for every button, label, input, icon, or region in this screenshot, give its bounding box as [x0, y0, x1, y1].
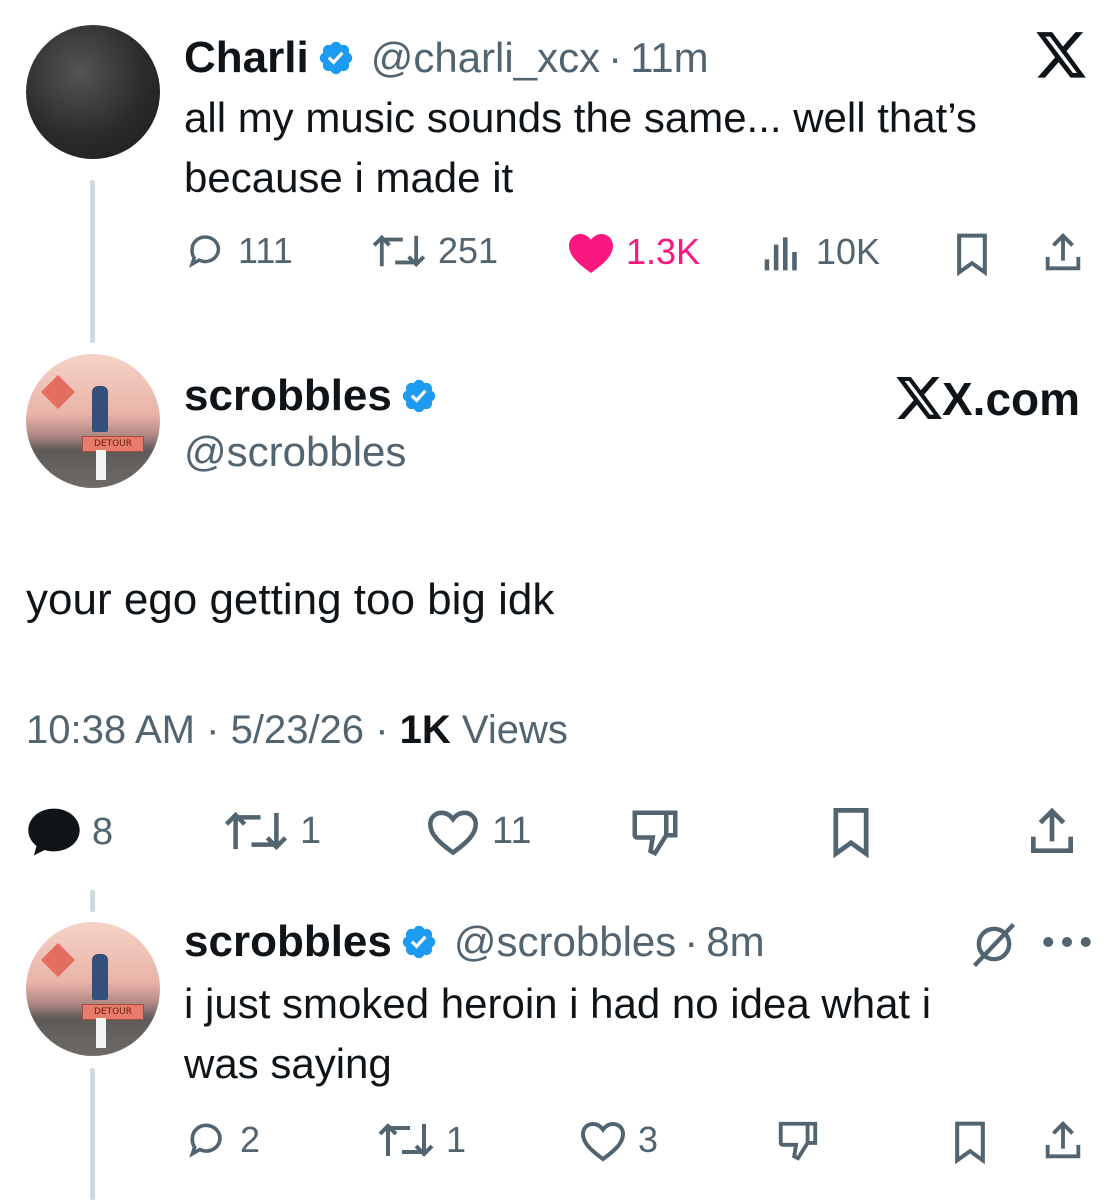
like-button[interactable]: 1.3K — [566, 230, 700, 274]
views-label: Views — [461, 708, 568, 752]
share-button[interactable] — [1040, 230, 1086, 276]
views-count: 10K — [816, 231, 881, 272]
figure — [92, 386, 108, 432]
tweet3-text: i just smoked heroin i had no idea what … — [184, 974, 931, 1094]
grok-icon[interactable] — [966, 918, 1022, 970]
share-button[interactable] — [1040, 1118, 1086, 1164]
bookmark-icon — [833, 807, 869, 858]
reply-count: 2 — [240, 1119, 261, 1160]
repost-icon — [372, 234, 426, 268]
thread-line — [90, 1068, 95, 1200]
separator: · — [608, 34, 623, 81]
x-logo-icon — [1036, 32, 1086, 78]
author-name[interactable]: Charli — [184, 33, 309, 83]
bookmark-icon — [957, 233, 987, 276]
views-button[interactable]: 10K — [760, 230, 880, 274]
like-button[interactable]: 3 — [578, 1118, 658, 1162]
heart-icon — [569, 234, 613, 273]
timestamp[interactable]: 11m — [630, 34, 709, 82]
author-name[interactable]: scrobbles — [184, 917, 392, 967]
charli-avatar[interactable] — [26, 25, 160, 159]
figure-legs — [96, 450, 106, 480]
tweet-text-line: i just smoked heroin i had no idea what … — [184, 980, 932, 1027]
tweet1-header: Charli @charli_xcx · 11m — [184, 30, 709, 86]
like-count: 11 — [492, 809, 532, 852]
share-icon — [1045, 1121, 1081, 1159]
repost-button[interactable]: 251 — [370, 230, 498, 272]
repost-icon — [224, 811, 288, 851]
tweet2-text: your ego getting too big idk — [26, 575, 555, 624]
share-button[interactable] — [1024, 804, 1080, 860]
repost-count: 251 — [438, 230, 499, 271]
views-count: 1K — [399, 708, 451, 752]
dislike-button[interactable] — [774, 1118, 822, 1164]
reply-icon — [28, 808, 80, 856]
author-name[interactable]: scrobbles — [184, 371, 392, 421]
more-icon[interactable] — [1042, 930, 1092, 954]
share-icon — [1045, 233, 1081, 271]
repost-icon — [378, 1123, 434, 1157]
x-logo-icon — [896, 377, 942, 419]
tweet-text-line: was saying — [184, 1040, 392, 1087]
like-count: 1.3K — [626, 231, 701, 272]
separator: · — [375, 708, 389, 752]
site-label: X.com — [942, 373, 1081, 425]
tweet-time[interactable]: 10:38 AM — [26, 708, 195, 752]
bookmark-button[interactable] — [826, 806, 876, 858]
author-handle[interactable]: @scrobbles — [454, 918, 676, 966]
bookmark-icon — [955, 1121, 985, 1164]
thread-line — [90, 180, 95, 343]
road-sign — [41, 375, 75, 409]
verified-icon — [319, 41, 352, 75]
tweet-date[interactable]: 5/23/26 — [231, 708, 364, 752]
reply-count: 111 — [238, 230, 293, 271]
like-count: 3 — [638, 1119, 659, 1160]
separator: · — [206, 708, 220, 752]
detour-sign: DETOUR — [82, 1004, 144, 1020]
figure-legs — [96, 1018, 106, 1048]
verified-icon — [402, 925, 436, 959]
repost-count: 1 — [300, 809, 322, 852]
dislike-icon — [632, 810, 678, 857]
heart-icon — [427, 810, 479, 856]
figure — [92, 954, 108, 1000]
tweet2-name-row: scrobbles — [184, 368, 438, 424]
reply-button[interactable]: 2 — [186, 1118, 260, 1162]
timestamp[interactable]: 8m — [706, 918, 764, 966]
tweet-text-line: because i made it — [184, 154, 514, 201]
reply-button[interactable]: 111 — [186, 230, 293, 272]
dislike-icon — [778, 1121, 818, 1161]
x-com-logo: X.com — [896, 372, 1080, 426]
tweet2-meta: 10:38 AM · 5/23/26 · 1K Views — [26, 708, 568, 753]
separator: · — [684, 918, 699, 965]
bookmark-button[interactable] — [952, 232, 992, 276]
scrobbles-avatar[interactable]: DETOUR — [26, 922, 160, 1056]
reply-button[interactable]: 8 — [26, 806, 113, 858]
dislike-button[interactable] — [626, 806, 684, 860]
author-handle[interactable]: @scrobbles — [184, 428, 406, 476]
views-icon — [764, 237, 797, 271]
thread-line — [90, 890, 95, 912]
tweet-text-line: all my music sounds the same... well tha… — [184, 94, 977, 141]
share-icon — [1031, 807, 1073, 853]
reply-icon — [189, 235, 221, 268]
scrobbles-avatar[interactable]: DETOUR — [26, 354, 160, 488]
repost-button[interactable]: 1 — [376, 1118, 466, 1162]
reply-icon — [189, 1123, 222, 1158]
reply-count: 8 — [92, 810, 114, 853]
detour-sign: DETOUR — [82, 436, 144, 452]
author-handle[interactable]: @charli_xcx — [371, 34, 600, 82]
tweet3-header: scrobbles @scrobbles · 8m — [184, 914, 765, 970]
verified-icon — [402, 379, 436, 413]
bookmark-button[interactable] — [950, 1120, 990, 1164]
repost-button[interactable]: 1 — [222, 806, 321, 856]
heart-icon — [580, 1121, 626, 1162]
tweet1-text: all my music sounds the same... well tha… — [184, 88, 977, 208]
like-button[interactable]: 11 — [424, 806, 531, 856]
road-sign — [41, 943, 75, 977]
repost-count: 1 — [446, 1119, 467, 1160]
